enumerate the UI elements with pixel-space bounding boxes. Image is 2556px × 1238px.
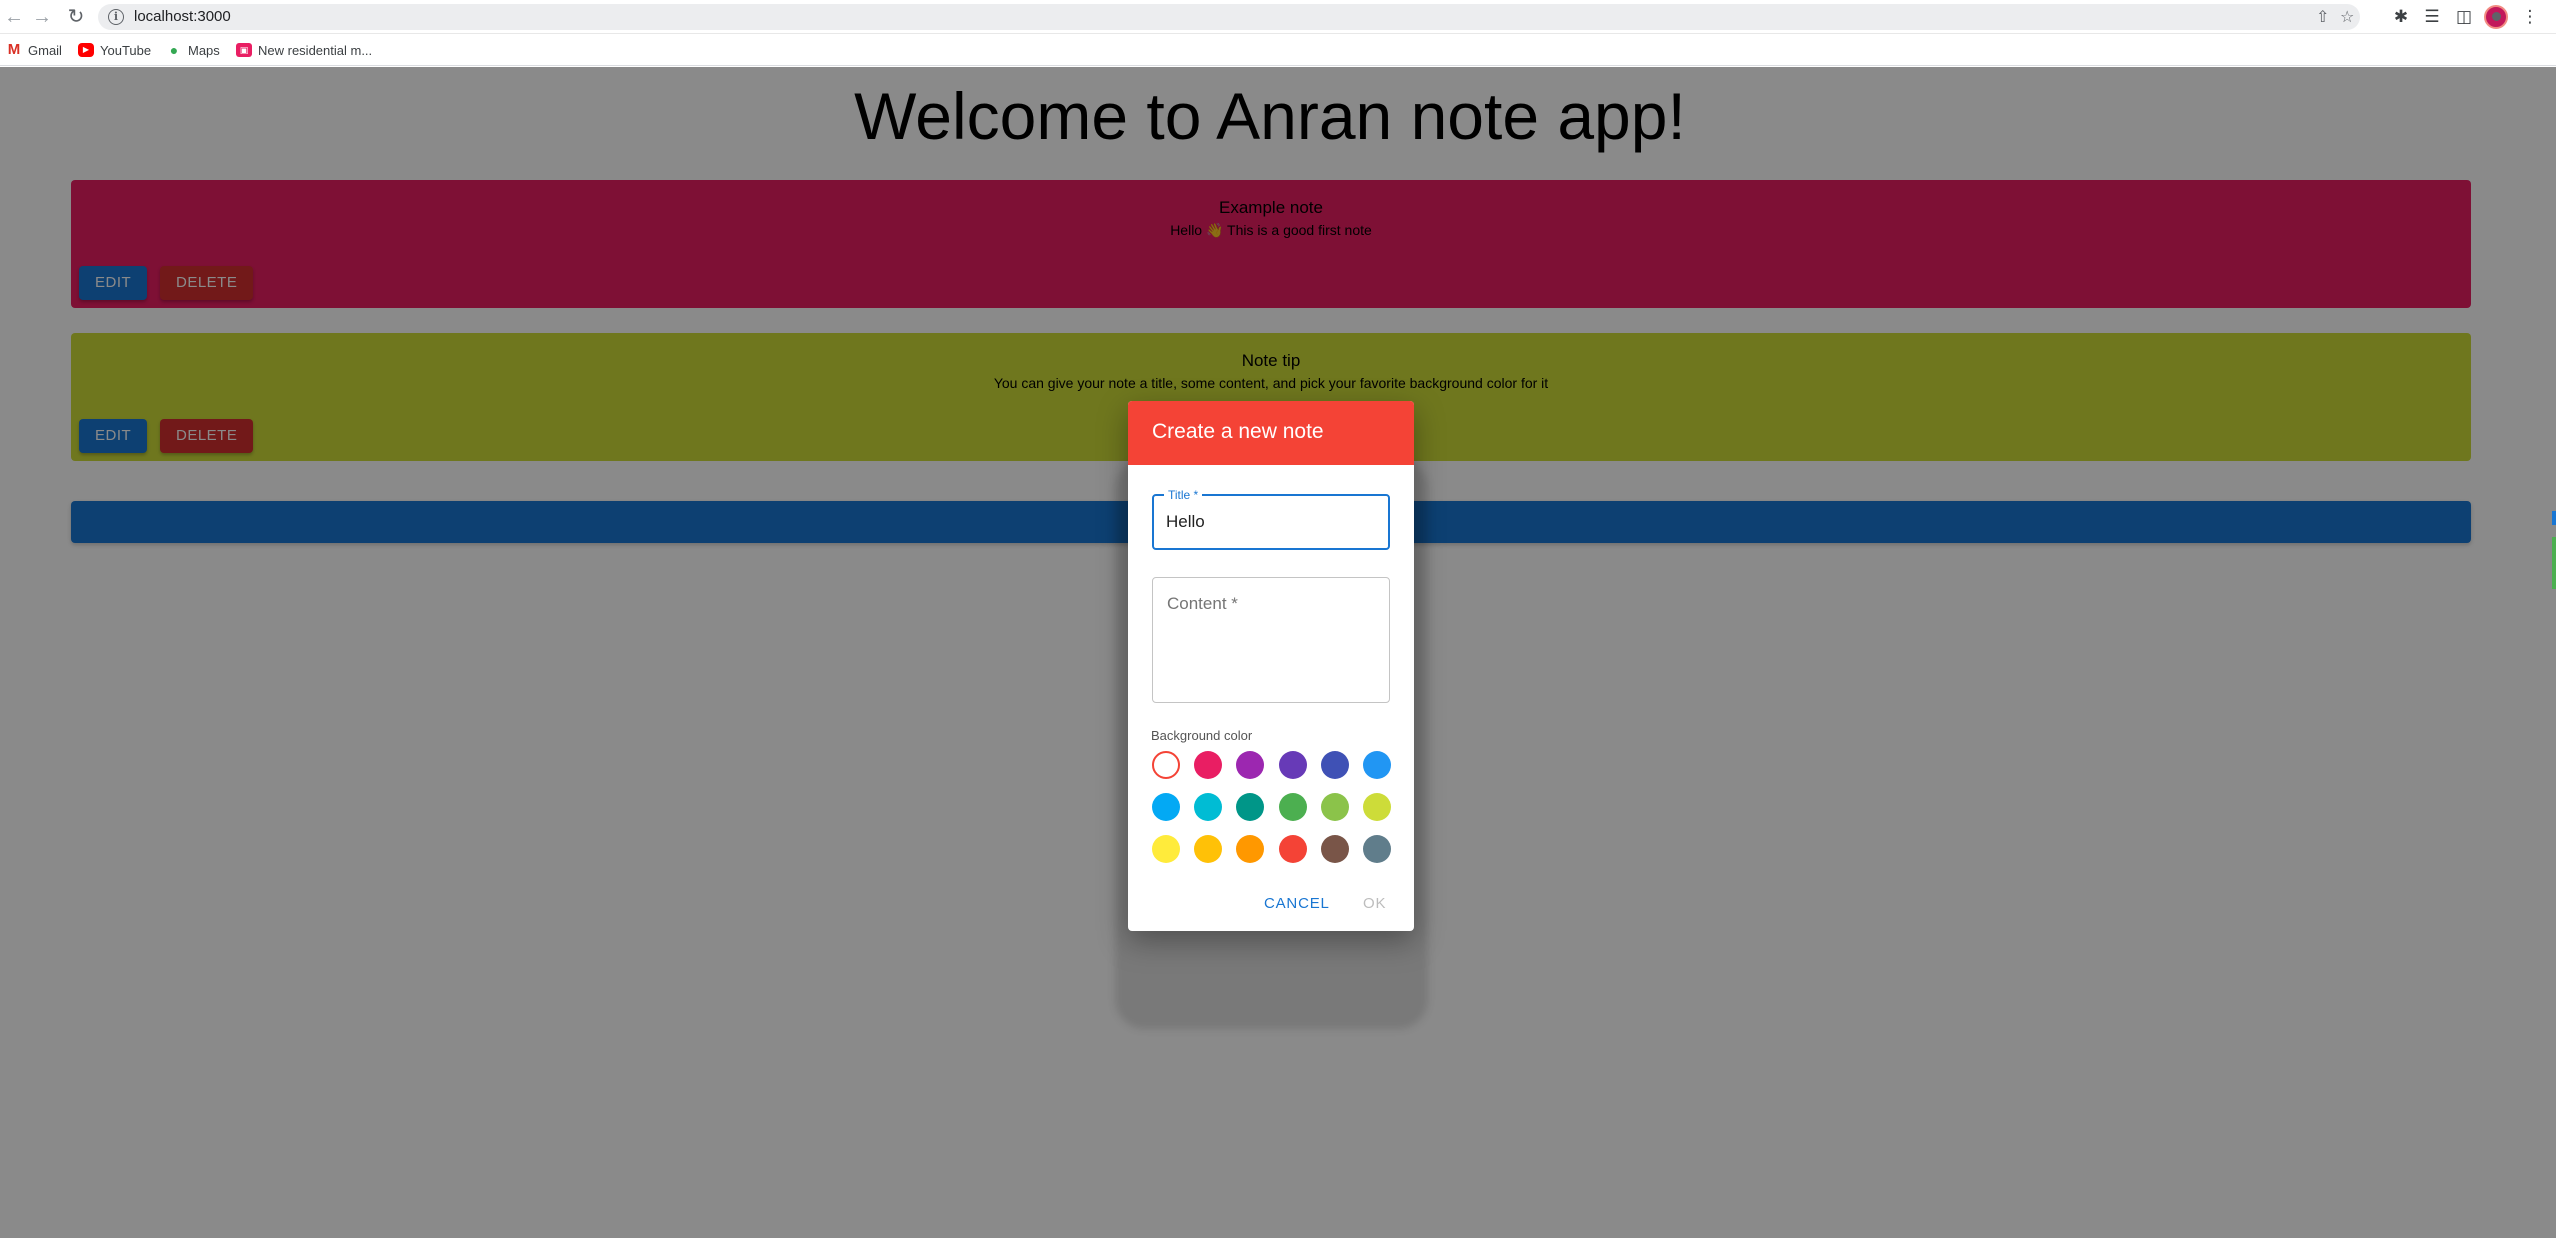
gmail-icon: M	[7, 41, 21, 58]
content-field[interactable]: Content *	[1152, 577, 1390, 703]
title-field-label: Title *	[1164, 488, 1203, 502]
profile-avatar[interactable]	[2484, 5, 2508, 29]
bookmark-label: New residential m...	[258, 42, 373, 58]
color-swatch[interactable]	[1278, 751, 1307, 779]
youtube-icon: ▶	[78, 43, 94, 57]
scrollbar-edge	[2552, 537, 2556, 589]
site-info-icon[interactable]: i	[108, 9, 124, 25]
bookmarks-bar: M Gmail ▶ YouTube ● Maps ▣ New residenti…	[0, 34, 2556, 66]
create-note-dialog: Create a new note Title * Hello Content …	[1128, 401, 1414, 931]
color-swatch[interactable]	[1194, 793, 1223, 821]
maps-icon: ●	[169, 42, 179, 58]
menu-kebab-icon[interactable]: ⋮	[2518, 5, 2542, 29]
color-swatch[interactable]	[1363, 835, 1391, 863]
color-swatch[interactable]	[1278, 835, 1307, 863]
dialog-title: Create a new note	[1152, 420, 1324, 443]
app-page: Welcome to Anran note app! Example note …	[0, 67, 2556, 1238]
cancel-button[interactable]: CANCEL	[1264, 895, 1330, 912]
scrollbar-edge	[2552, 511, 2556, 525]
media-control-icon[interactable]: ☰	[2420, 5, 2444, 29]
share-icon[interactable]: ⇧	[2316, 7, 2329, 27]
reload-icon[interactable]: ↻	[64, 5, 88, 29]
bookmark-star-icon[interactable]: ☆	[2340, 7, 2354, 27]
color-swatch[interactable]	[1363, 751, 1391, 779]
color-swatch[interactable]	[1236, 751, 1265, 779]
title-field[interactable]: Title * Hello	[1152, 488, 1390, 550]
background-color-label: Background color	[1151, 728, 1253, 743]
color-swatch[interactable]	[1320, 835, 1349, 863]
extensions-icon[interactable]: ✱	[2389, 5, 2413, 29]
color-swatch[interactable]	[1152, 793, 1180, 821]
dialog-header: Create a new note	[1128, 401, 1414, 465]
bookmark-residential[interactable]: ▣ New residential m...	[236, 41, 372, 59]
side-panel-icon[interactable]: ◫	[2452, 5, 2476, 29]
ok-button[interactable]: OK	[1363, 895, 1386, 912]
title-input[interactable]: Hello	[1166, 512, 1205, 532]
bookmark-label: Maps	[188, 42, 220, 58]
color-swatch[interactable]	[1363, 793, 1391, 821]
content-placeholder: Content *	[1167, 594, 1238, 613]
color-swatch[interactable]	[1320, 751, 1349, 779]
bookmark-label: Gmail	[28, 42, 62, 58]
address-bar[interactable]: i localhost:3000 ⇧ ☆	[98, 4, 2360, 30]
bookmark-youtube[interactable]: ▶ YouTube	[78, 41, 151, 59]
bookmark-label: YouTube	[100, 42, 152, 58]
color-swatch[interactable]	[1194, 835, 1223, 863]
back-icon[interactable]: ←	[2, 5, 26, 29]
bookmark-gmail[interactable]: M Gmail	[6, 41, 62, 59]
color-swatch[interactable]	[1320, 793, 1349, 821]
color-swatch[interactable]	[1152, 751, 1180, 779]
color-swatch[interactable]	[1236, 835, 1265, 863]
color-swatch[interactable]	[1236, 793, 1265, 821]
color-swatch[interactable]	[1152, 835, 1180, 863]
color-swatch[interactable]	[1194, 751, 1223, 779]
forward-icon[interactable]: →	[30, 5, 54, 29]
browser-toolbar: ← → ↻ i localhost:3000 ⇧ ☆ ✱ ☰ ◫ ⋮	[0, 0, 2556, 34]
bookmark-maps[interactable]: ● Maps	[166, 41, 220, 59]
color-swatch[interactable]	[1278, 793, 1307, 821]
bookmark-favicon: ▣	[236, 43, 252, 57]
url-text: localhost:3000	[134, 8, 231, 25]
